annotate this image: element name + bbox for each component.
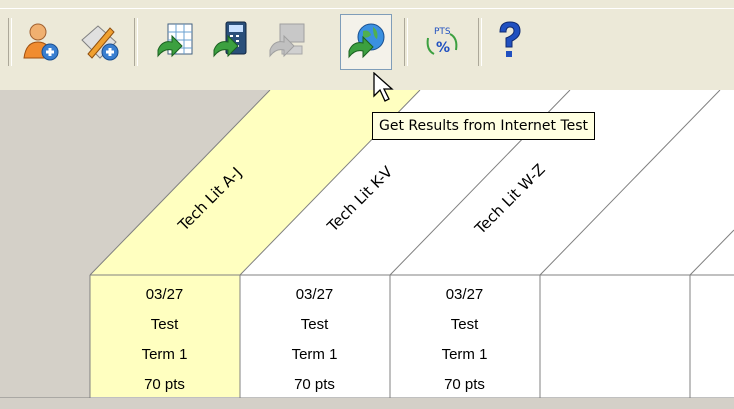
import-computer-icon [269, 23, 305, 58]
assignment-type: Test [300, 316, 329, 333]
edit-assignment-button[interactable] [74, 14, 126, 70]
empty-cell[interactable] [540, 280, 689, 402]
assignment-cell[interactable]: 03/27 Test Term 1 70 pts [240, 280, 389, 402]
assignment-date: 03/27 [145, 286, 184, 303]
add-student-button[interactable] [14, 14, 66, 70]
assignment-points: 70 pts [294, 376, 335, 393]
import-calculator-icon [213, 21, 247, 58]
assignment-term: Term 1 [141, 346, 188, 363]
import-calculator-button[interactable] [206, 14, 258, 70]
gradebook-grid: Tech Lit A-J Tech Lit K-V Tech Lit W-Z 0… [0, 90, 734, 409]
toolbar-separator [8, 18, 12, 66]
import-spreadsheet-button[interactable] [150, 14, 202, 70]
assignment-points: 70 pts [444, 376, 485, 393]
assignment-date: 03/27 [295, 286, 334, 303]
edit-assignment-icon [81, 25, 119, 61]
tooltip: Get Results from Internet Test [372, 112, 596, 140]
toolbar-top-line [0, 8, 734, 9]
percent-label: % [436, 40, 450, 56]
help-button[interactable] [484, 14, 536, 70]
assignment-term: Term 1 [441, 346, 488, 363]
toolbar: PTS % [0, 0, 734, 91]
assignment-points: 70 pts [144, 376, 185, 393]
import-computer-button[interactable] [262, 14, 314, 70]
get-internet-results-icon [348, 23, 385, 59]
mouse-cursor-icon [373, 72, 394, 102]
import-spreadsheet-icon [157, 23, 193, 58]
points-percent-button[interactable]: PTS % [416, 14, 468, 70]
assignment-cell[interactable]: 03/27 Test Term 1 70 pts [90, 280, 239, 402]
get-internet-results-button[interactable] [340, 14, 392, 70]
assignment-type: Test [150, 316, 179, 333]
add-student-icon [23, 23, 59, 61]
assignment-date: 03/27 [445, 286, 484, 303]
toolbar-separator [134, 18, 138, 66]
assignment-type: Test [450, 316, 479, 333]
points-percent-icon: PTS % [426, 27, 458, 56]
toolbar-separator [404, 18, 408, 66]
assignment-term: Term 1 [291, 346, 338, 363]
assignment-cell[interactable]: 03/27 Test Term 1 70 pts [390, 280, 539, 402]
pts-label: PTS [434, 27, 451, 37]
help-icon [499, 21, 521, 57]
toolbar-separator [478, 18, 482, 66]
